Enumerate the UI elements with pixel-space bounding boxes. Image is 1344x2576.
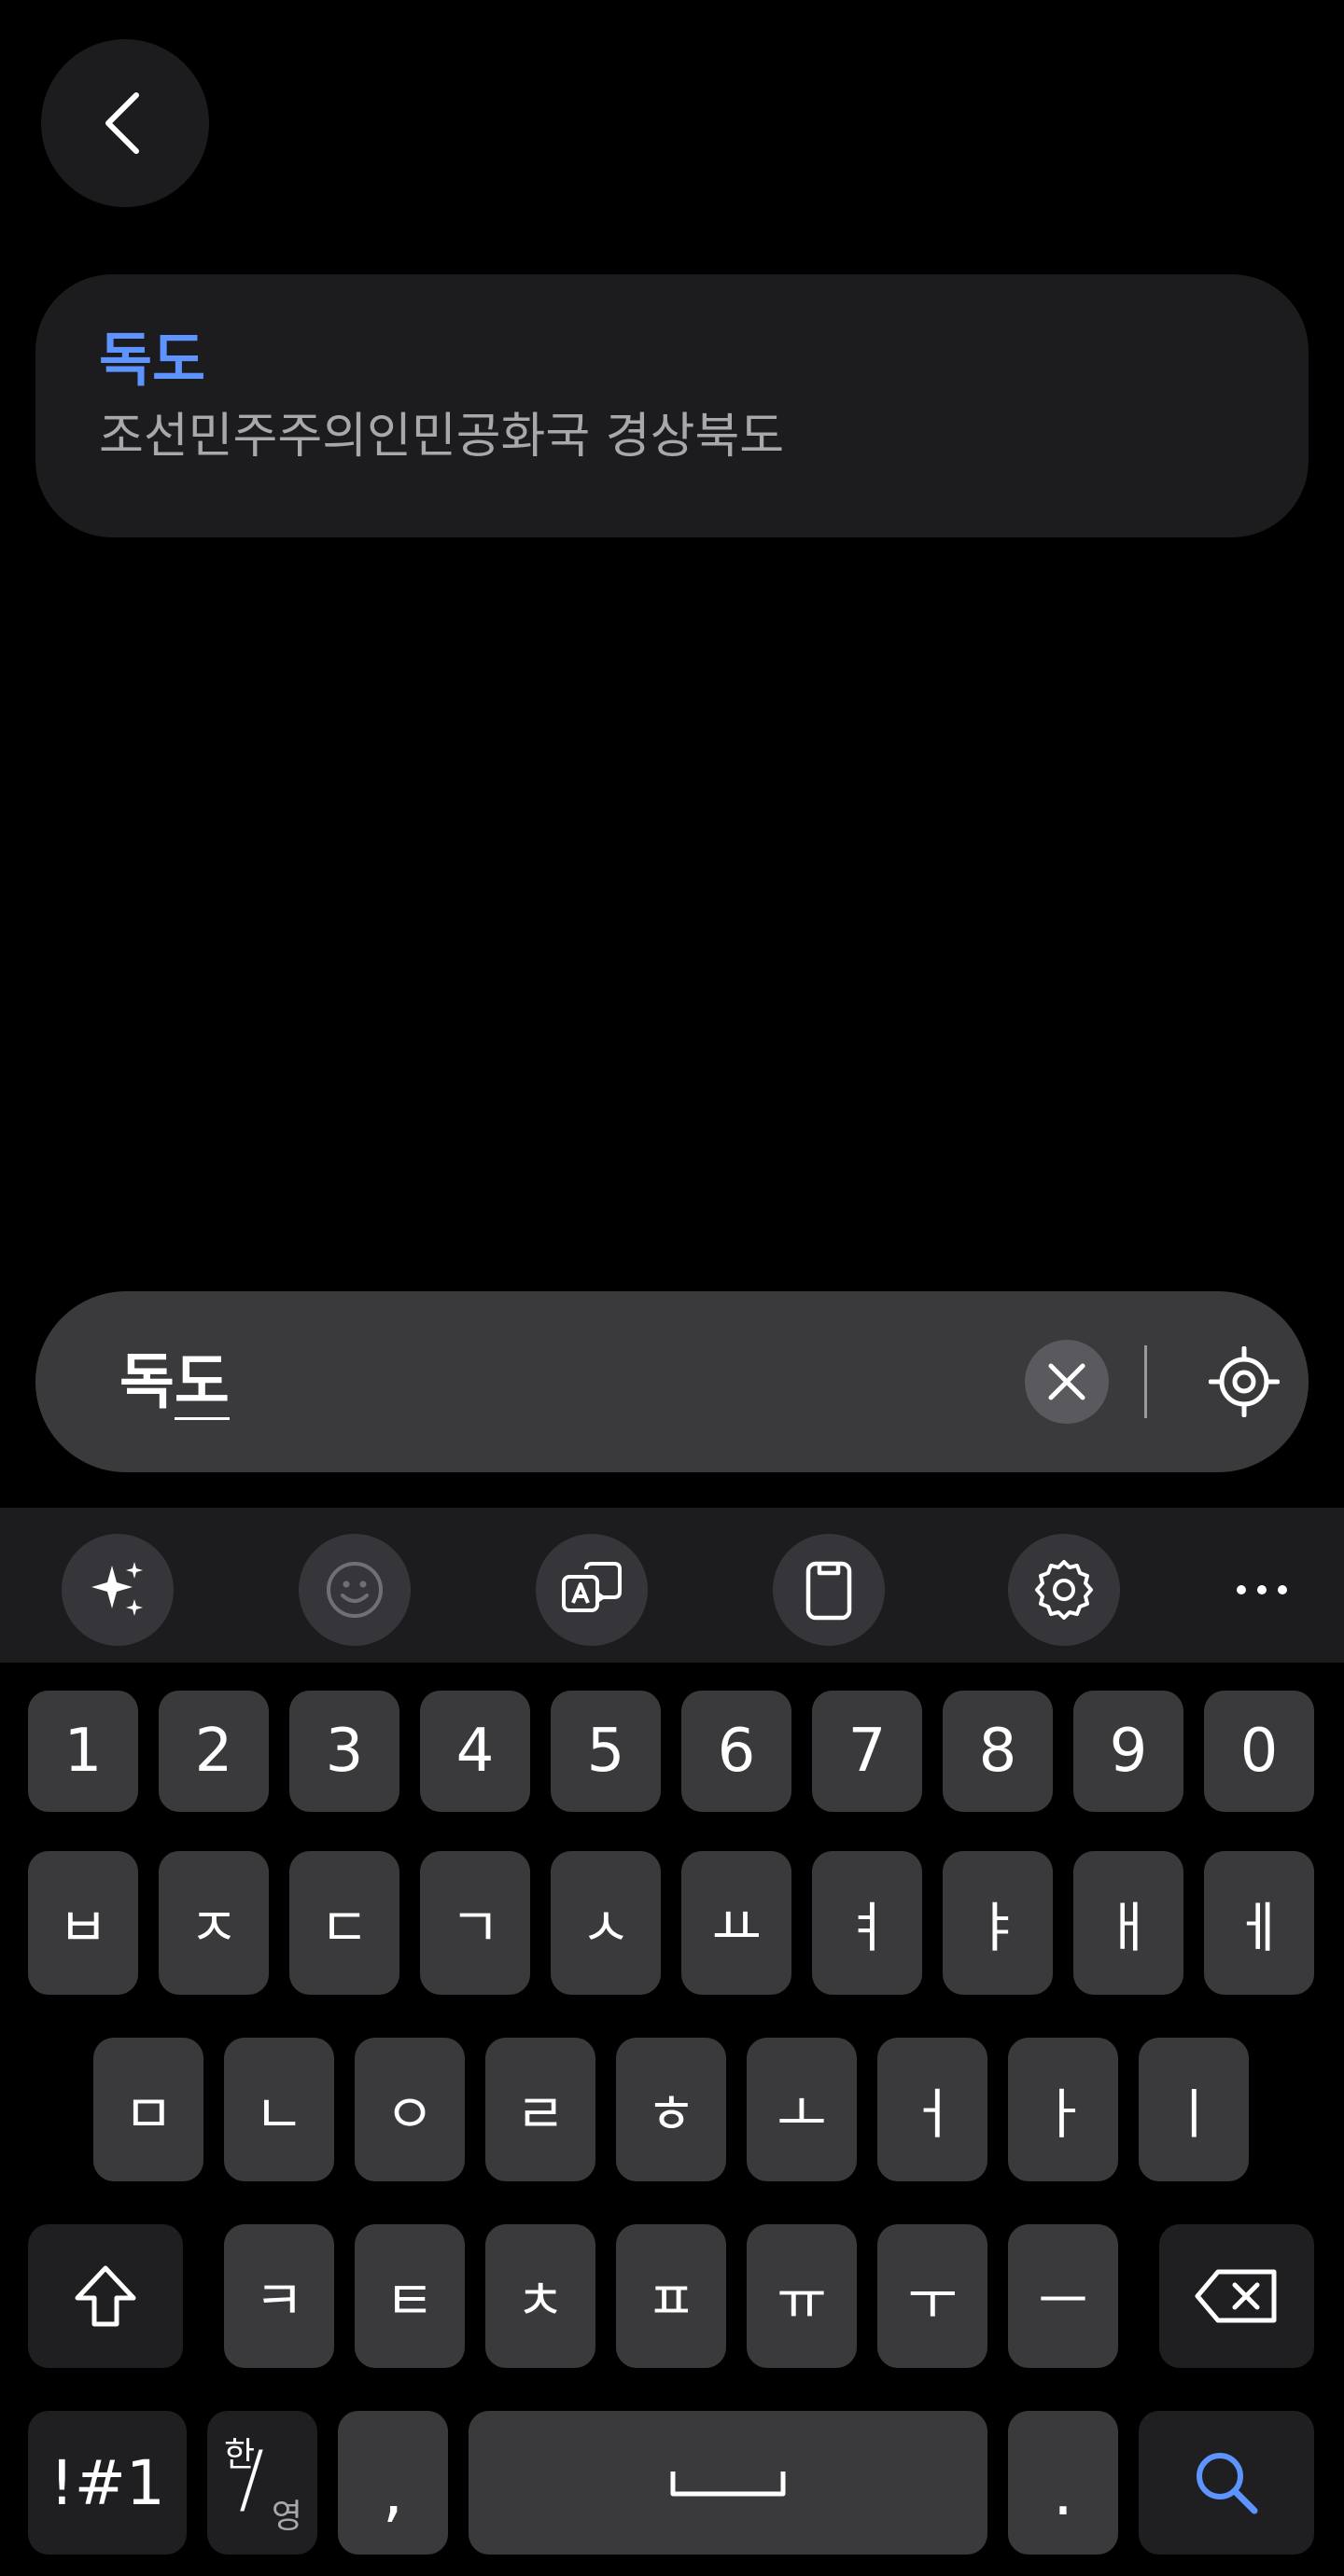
crosshair-location-icon (1209, 1346, 1280, 1417)
char-key-5[interactable]: ㅅ (551, 1851, 661, 1995)
shift-key[interactable] (28, 2224, 183, 2368)
more-dots-icon (1237, 1585, 1287, 1594)
translate-button[interactable] (536, 1534, 648, 1646)
char-key-9[interactable]: ㅣ (1139, 2038, 1249, 2181)
char-key-5[interactable]: ㅎ (616, 2038, 726, 2181)
char-key-4[interactable]: ㄹ (485, 2038, 595, 2181)
char-key-2[interactable]: ㅈ (159, 1851, 269, 1995)
lang-eng-label: 영 (271, 2498, 302, 2536)
close-icon (1048, 1363, 1085, 1400)
clipboard-button[interactable] (773, 1534, 885, 1646)
result-title: 독도 (99, 326, 206, 394)
char-key-3[interactable]: ㅇ (355, 2038, 465, 2181)
char-key-3[interactable]: ㅊ (485, 2224, 595, 2368)
divider (1144, 1345, 1147, 1418)
search-input[interactable]: 독도 (119, 1347, 230, 1420)
more-options-button[interactable] (1206, 1534, 1318, 1646)
backspace-key[interactable] (1159, 2224, 1314, 2368)
translate-icon (562, 1562, 622, 1612)
number-key-3[interactable]: 3 (289, 1691, 399, 1812)
search-bar[interactable]: 독도 (35, 1291, 1309, 1472)
settings-gear-icon (1035, 1560, 1093, 1620)
char-key-4[interactable]: ㅍ (616, 2224, 726, 2368)
number-key-1[interactable]: 1 (28, 1691, 138, 1812)
language-switch-key[interactable]: 한 / 영 (207, 2411, 317, 2555)
clipboard-icon (805, 1561, 852, 1621)
search-input-composing: 도 (174, 1348, 230, 1420)
char-key-8[interactable]: ㅏ (1008, 2038, 1118, 2181)
char-key-7[interactable]: ㅕ (812, 1851, 922, 1995)
char-key-2[interactable]: ㄴ (224, 2038, 334, 2181)
chevron-left-icon (105, 92, 139, 154)
char-key-9[interactable]: ㅐ (1073, 1851, 1183, 1995)
space-bar-icon (670, 2472, 786, 2497)
char-key-8[interactable]: ㅑ (943, 1851, 1053, 1995)
current-location-button[interactable] (1193, 1330, 1295, 1433)
char-key-10[interactable]: ㅔ (1204, 1851, 1314, 1995)
result-subtitle: 조선민주주의인민공화국 경상북도 (99, 409, 785, 465)
backspace-icon (1195, 2269, 1277, 2323)
search-input-committed: 독 (119, 1348, 175, 1417)
char-key-1[interactable]: ㅋ (224, 2224, 334, 2368)
back-button[interactable] (41, 39, 209, 207)
char-key-6[interactable]: ㅛ (681, 1851, 791, 1995)
keyboard-toolbar (0, 1508, 1344, 1663)
comma-key[interactable]: , (338, 2411, 448, 2555)
keyboard: 1234567890 ㅂㅈㄷㄱㅅㅛㅕㅑㅐㅔㅁㄴㅇㄹㅎㅗㅓㅏㅣㅋㅌㅊㅍㅠㅜㅡ !#1… (0, 1508, 1344, 2576)
space-key[interactable] (469, 2411, 987, 2555)
emoji-button[interactable] (299, 1534, 411, 1646)
char-key-6[interactable]: ㅜ (877, 2224, 987, 2368)
char-key-4[interactable]: ㄱ (420, 1851, 530, 1995)
number-key-9[interactable]: 9 (1073, 1691, 1183, 1812)
shift-arrow-icon (75, 2265, 136, 2327)
ai-sparkle-icon (91, 1562, 143, 1616)
emoji-icon (327, 1562, 383, 1618)
char-key-1[interactable]: ㅁ (93, 2038, 203, 2181)
number-key-4[interactable]: 4 (420, 1691, 530, 1812)
keyboard-settings-button[interactable] (1008, 1534, 1120, 1646)
period-key[interactable]: . (1008, 2411, 1118, 2555)
char-key-3[interactable]: ㄷ (289, 1851, 399, 1995)
number-key-6[interactable]: 6 (681, 1691, 791, 1812)
number-key-7[interactable]: 7 (812, 1691, 922, 1812)
number-key-2[interactable]: 2 (159, 1691, 269, 1812)
number-key-8[interactable]: 8 (943, 1691, 1053, 1812)
char-key-6[interactable]: ㅗ (747, 2038, 857, 2181)
symbols-key[interactable]: !#1 (28, 2411, 187, 2555)
char-key-7[interactable]: ㅡ (1008, 2224, 1118, 2368)
lang-slash-label: / (239, 2435, 264, 2522)
char-key-1[interactable]: ㅂ (28, 1851, 138, 1995)
search-icon (1197, 2453, 1258, 2514)
search-result-item[interactable]: 독도 조선민주주의인민공화국 경상북도 (35, 274, 1309, 537)
search-enter-key[interactable] (1139, 2411, 1314, 2555)
char-key-5[interactable]: ㅠ (747, 2224, 857, 2368)
ai-sparkle-button[interactable] (62, 1534, 174, 1646)
number-key-5[interactable]: 5 (551, 1691, 661, 1812)
number-key-10[interactable]: 0 (1204, 1691, 1314, 1812)
clear-search-button[interactable] (1025, 1340, 1109, 1424)
char-key-2[interactable]: ㅌ (355, 2224, 465, 2368)
char-key-7[interactable]: ㅓ (877, 2038, 987, 2181)
